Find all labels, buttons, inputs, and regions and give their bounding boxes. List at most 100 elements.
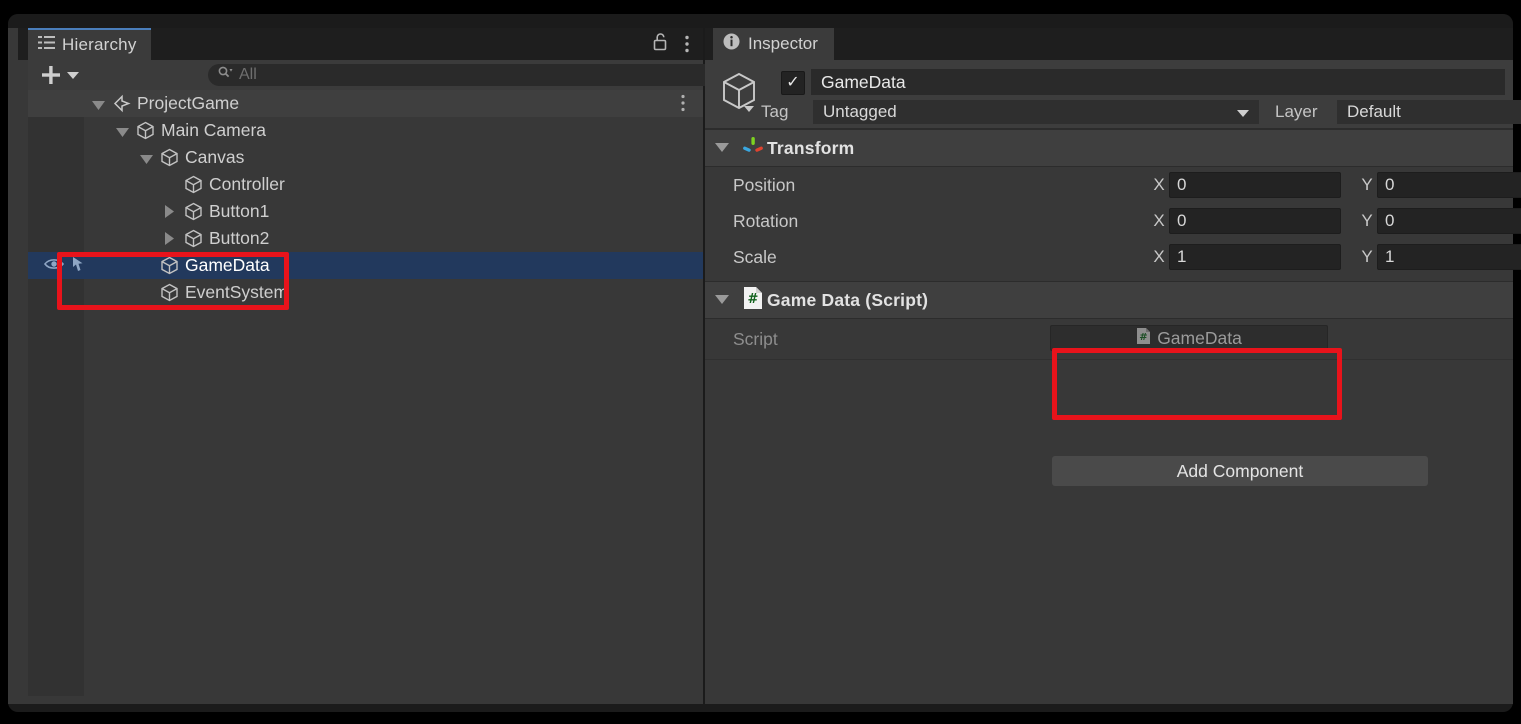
rotation-x-value: 0 (1177, 211, 1187, 230)
rotation-y-input[interactable]: 0 (1377, 208, 1521, 234)
position-x-input[interactable]: 0 (1169, 172, 1341, 198)
gameobject-cube-icon (160, 256, 179, 275)
gameobject-cube-icon[interactable] (717, 69, 761, 113)
transform-axis-icon (741, 134, 765, 163)
component-header-transform[interactable]: Transform (705, 129, 1513, 167)
transform-row-scale: Scale X 1 Y 1 (705, 239, 1521, 275)
axis-label-y: Y (1361, 175, 1373, 194)
hierarchy-item-label: Button2 (209, 228, 270, 248)
gameobject-cube-icon (160, 283, 179, 302)
triangle-right-icon[interactable] (164, 232, 178, 246)
add-component-button[interactable]: Add Component (1052, 456, 1428, 486)
hierarchy-item-label: Canvas (185, 147, 245, 167)
rotation-label: Rotation (733, 210, 799, 231)
hierarchy-tabbar: Hierarchy (18, 28, 703, 60)
hierarchy-icon (38, 35, 55, 55)
tab-inspector[interactable]: Inspector (713, 28, 834, 60)
hierarchy-item-button2[interactable]: Button2 (28, 225, 703, 252)
add-component-label: Add Component (1176, 460, 1304, 481)
search-icon (218, 66, 233, 84)
kebab-menu-icon[interactable] (685, 35, 689, 53)
hierarchy-item-projectgame[interactable]: ProjectGame (28, 90, 703, 117)
hierarchy-item-button1[interactable]: Button1 (28, 198, 703, 225)
hierarchy-item-main-camera[interactable]: Main Camera (28, 117, 703, 144)
kebab-menu-icon[interactable] (681, 94, 685, 117)
axis-label-y: Y (1361, 211, 1373, 230)
triangle-right-icon[interactable] (164, 205, 178, 219)
tag-value: Untagged (823, 102, 897, 121)
axis-label-x: X (1153, 211, 1165, 230)
component-header-game-data-script[interactable]: # Game Data (Script) (705, 281, 1513, 319)
search-input-placeholder: All (239, 66, 257, 83)
hierarchy-item-label: Controller (209, 174, 285, 194)
object-enabled-checkbox[interactable]: ✓ (781, 71, 805, 95)
triangle-down-icon[interactable] (92, 97, 106, 111)
script-object-field[interactable]: # GameData (1050, 325, 1328, 351)
component-title-game-data-script: Game Data (Script) (767, 289, 929, 310)
svg-text:#: # (748, 292, 759, 307)
chevron-down-icon (67, 66, 79, 84)
create-object-button[interactable] (40, 64, 79, 86)
hierarchy-item-eventsystem[interactable]: EventSystem (28, 279, 703, 306)
hierarchy-item-canvas[interactable]: Canvas (28, 144, 703, 171)
inspector-object-header: ✓ GameData Tag Untagged Layer Default (705, 60, 1521, 129)
gameobject-cube-icon (160, 148, 179, 167)
script-field-row: Script # GameData (705, 319, 1513, 360)
inspector-tabbar: Inspector (705, 28, 1513, 60)
tag-label: Tag (761, 102, 789, 121)
info-circle-icon (723, 33, 740, 55)
unity-scene-icon (112, 94, 131, 113)
scale-y-input[interactable]: 1 (1377, 244, 1521, 270)
app-window: Hierarchy All ProjectGame Main Camera Ca… (0, 0, 1521, 724)
transform-row-rotation: Rotation X 0 Y 0 (705, 203, 1521, 239)
tab-hierarchy[interactable]: Hierarchy (28, 28, 151, 60)
tag-dropdown[interactable]: Untagged (813, 100, 1259, 124)
hierarchy-tree: ProjectGame Main Camera Canvas Controller Bu… (28, 90, 703, 696)
hierarchy-item-label: Main Camera (161, 120, 267, 140)
triangle-down-icon[interactable] (116, 124, 130, 138)
axis-label-x: X (1153, 175, 1165, 194)
checkmark-icon: ✓ (786, 74, 800, 91)
layer-dropdown[interactable]: Default (1337, 100, 1521, 124)
tab-hierarchy-label: Hierarchy (62, 35, 137, 54)
object-name-field[interactable]: GameData (811, 69, 1505, 95)
svg-text:#: # (1139, 332, 1147, 343)
pointer-hand-icon[interactable] (70, 256, 86, 278)
gameobject-cube-icon (136, 121, 155, 140)
scale-x-input[interactable]: 1 (1169, 244, 1341, 270)
object-name-value: GameData (821, 71, 906, 92)
chevron-down-icon (1237, 102, 1249, 122)
scale-x-value: 1 (1177, 247, 1187, 266)
scale-label: Scale (733, 246, 777, 267)
search-input[interactable]: All (208, 64, 718, 86)
scale-y-value: 1 (1385, 247, 1395, 266)
inspector-panel: Inspector ✓ GameData Tag Untagged Layer … (705, 28, 1521, 704)
gameobject-cube-icon (184, 175, 203, 194)
script-object-value: GameData (1157, 327, 1242, 348)
tab-inspector-label: Inspector (748, 34, 818, 53)
hierarchy-item-label: EventSystem (185, 282, 289, 302)
csharp-script-icon: # (1136, 327, 1151, 350)
csharp-script-icon: # (743, 286, 763, 315)
rotation-x-input[interactable]: 0 (1169, 208, 1341, 234)
triangle-down-icon[interactable] (715, 139, 729, 157)
transform-row-position: Position X 0 Y 0 (705, 167, 1521, 203)
triangle-down-icon[interactable] (715, 291, 729, 309)
axis-label-x: X (1153, 247, 1165, 266)
hierarchy-item-controller[interactable]: Controller (28, 171, 703, 198)
position-y-input[interactable]: 0 (1377, 172, 1521, 198)
hierarchy-item-label: GameData (185, 255, 270, 275)
component-title-transform: Transform (767, 137, 855, 158)
hierarchy-item-gamedata[interactable]: GameData (28, 252, 703, 279)
gameobject-cube-icon (184, 229, 203, 248)
hierarchy-toolbar: All (28, 60, 718, 90)
hierarchy-panel: Hierarchy All ProjectGame Main Camera Ca… (8, 28, 718, 704)
triangle-down-icon[interactable] (140, 151, 154, 165)
layer-label: Layer (1275, 102, 1318, 121)
layer-value: Default (1347, 102, 1401, 121)
hierarchy-item-label: Button1 (209, 201, 270, 221)
unlocked-padlock-icon[interactable] (652, 32, 669, 56)
eye-icon[interactable] (44, 257, 64, 276)
